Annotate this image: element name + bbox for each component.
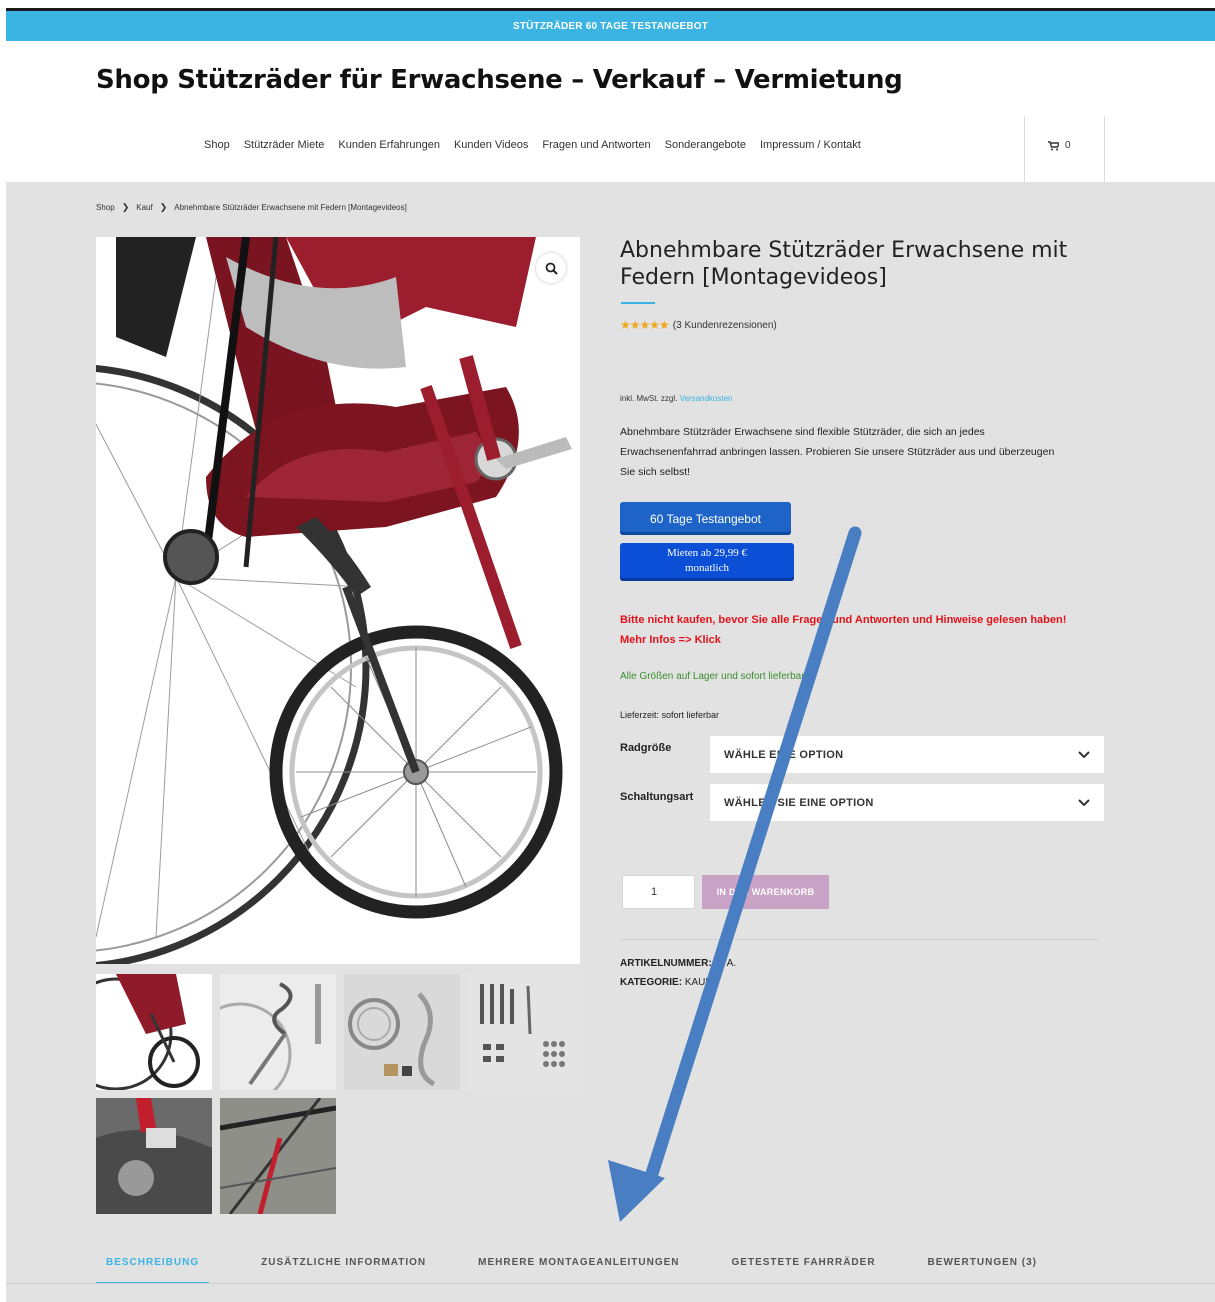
- thumbnail-image: [468, 974, 584, 1090]
- breadcrumb-current: Abnehmbare Stützräder Erwachsene mit Fed…: [174, 203, 407, 212]
- purchase-warning[interactable]: Bitte nicht kaufen, bevor Sie alle Frage…: [620, 610, 1090, 650]
- thumbnail-image: [220, 1098, 336, 1214]
- stock-status: Alle Größen auf Lager und sofort lieferb…: [620, 671, 807, 682]
- nav-item-kunden-erfahrungen[interactable]: Kunden Erfahrungen: [338, 139, 440, 151]
- product-section: Shop ❯ Kauf ❯ Abnehmbare Stützräder Erwa…: [6, 182, 1215, 1302]
- cart-button[interactable]: 0: [1048, 140, 1071, 151]
- product-thumbnail[interactable]: [468, 974, 584, 1090]
- thumbnail-image: [220, 974, 336, 1090]
- zoom-button[interactable]: [536, 253, 566, 283]
- tabs-divider: [6, 1283, 1215, 1284]
- breadcrumb-shop[interactable]: Shop: [96, 203, 115, 212]
- chevron-down-icon: [1078, 798, 1090, 806]
- shipping-link[interactable]: Versandkosten: [680, 394, 733, 403]
- search-icon: [545, 262, 558, 275]
- product-category: KATEGORIE: KAUF: [620, 977, 712, 988]
- tax-info: inkl. MwSt. zzgl. Versandkosten: [620, 394, 733, 403]
- nav-item-miete[interactable]: Stützräder Miete: [244, 139, 325, 151]
- quantity-input[interactable]: 1: [622, 875, 695, 909]
- product-thumbnail[interactable]: [96, 1098, 212, 1214]
- site-header: Shop Stützräder für Erwachsene – Verkauf…: [6, 41, 1215, 182]
- variation-select-value: WÄHLE EINE OPTION: [724, 748, 844, 761]
- title-underline: [621, 302, 655, 304]
- divider: [620, 939, 1098, 940]
- product-thumbnail[interactable]: [344, 974, 460, 1090]
- nav-item-impressum[interactable]: Impressum / Kontakt: [760, 139, 861, 151]
- site-title[interactable]: Shop Stützräder für Erwachsene – Verkauf…: [96, 65, 903, 95]
- breadcrumb: Shop ❯ Kauf ❯ Abnehmbare Stützräder Erwa…: [96, 202, 407, 213]
- variation-select-value: WÄHLEN SIE EINE OPTION: [724, 796, 874, 809]
- nav-item-shop[interactable]: Shop: [204, 139, 230, 151]
- nav-item-sonderangebote[interactable]: Sonderangebote: [665, 139, 746, 151]
- cart-icon: [1048, 140, 1059, 150]
- rent-button[interactable]: Mieten ab 29,99 € monatlich: [620, 543, 794, 581]
- category-label: KATEGORIE:: [620, 977, 683, 988]
- main-nav: Shop Stützräder Miete Kunden Erfahrungen…: [204, 139, 861, 151]
- star-rating-icon: ★★★★★: [620, 318, 670, 332]
- product-title: Abnehmbare Stützräder Erwachsene mit Fed…: [620, 238, 1068, 290]
- rent-button-line2: monatlich: [685, 562, 729, 574]
- nav-item-faq[interactable]: Fragen und Antworten: [542, 139, 650, 151]
- variation-label-schaltungsart: Schaltungsart: [620, 791, 694, 803]
- tax-text: inkl. MwSt. zzgl.: [620, 394, 678, 403]
- thumbnail-image: [344, 974, 460, 1090]
- sku-label: ARTIKELNUMMER:: [620, 958, 712, 969]
- nav-divider: [1024, 116, 1025, 182]
- thumbnail-image: [96, 1098, 212, 1214]
- variation-select-schaltungsart[interactable]: WÄHLEN SIE EINE OPTION: [710, 784, 1104, 821]
- delivery-time: Lieferzeit: sofort lieferbar: [620, 710, 720, 720]
- chevron-right-icon: ❯: [159, 202, 168, 212]
- product-thumbnail[interactable]: [220, 1098, 336, 1214]
- rent-button-line1: Mieten ab 29,99 €: [666, 547, 748, 559]
- nav-divider: [1104, 116, 1105, 182]
- product-main-image[interactable]: [96, 237, 580, 964]
- tab-bewertungen[interactable]: BEWERTUNGEN (3): [928, 1257, 1037, 1284]
- chevron-right-icon: ❯: [121, 202, 130, 212]
- product-thumbnail[interactable]: [220, 974, 336, 1090]
- test-offer-button[interactable]: 60 Tage Testangebot: [620, 502, 791, 535]
- product-sku: ARTIKELNUMMER: N. A.: [620, 958, 736, 969]
- category-link[interactable]: KAUF: [685, 977, 712, 988]
- tab-montageanleitungen[interactable]: MEHRERE MONTAGEANLEITUNGEN: [478, 1257, 679, 1284]
- bike-photo: [96, 237, 580, 964]
- variation-select-radgroesse[interactable]: WÄHLE EINE OPTION: [710, 736, 1104, 773]
- page: STÜTZRÄDER 60 TAGE TESTANGEBOT Shop Stüt…: [0, 0, 1215, 1302]
- thumbnail-image: [96, 974, 212, 1090]
- tab-getestete-fahrraeder[interactable]: GETESTETE FAHRRÄDER: [732, 1257, 876, 1284]
- nav-item-kunden-videos[interactable]: Kunden Videos: [454, 139, 528, 151]
- cart-count: 0: [1065, 140, 1071, 151]
- product-rating[interactable]: ★★★★★ (3 Kundenrezensionen): [620, 318, 777, 332]
- sku-value: N. A.: [714, 958, 737, 969]
- breadcrumb-kauf[interactable]: Kauf: [136, 203, 152, 212]
- announcement-bar[interactable]: STÜTZRÄDER 60 TAGE TESTANGEBOT: [6, 8, 1215, 41]
- tab-zusaetzliche-information[interactable]: ZUSÄTZLICHE INFORMATION: [261, 1257, 426, 1284]
- reviews-link[interactable]: (3 Kundenrezensionen): [673, 320, 777, 331]
- tab-beschreibung[interactable]: BESCHREIBUNG: [96, 1257, 210, 1284]
- chevron-down-icon: [1078, 750, 1090, 758]
- product-short-description: Abnehmbare Stützräder Erwachsene sind fl…: [620, 426, 1055, 478]
- variation-label-radgroesse: Radgröße: [620, 742, 672, 754]
- add-to-cart-button[interactable]: IN DEN WARENKORB: [702, 875, 829, 909]
- announcement-text: STÜTZRÄDER 60 TAGE TESTANGEBOT: [512, 20, 709, 32]
- product-tabs: BESCHREIBUNG ZUSÄTZLICHE INFORMATION MEH…: [96, 1257, 1215, 1284]
- product-thumbnail[interactable]: [96, 974, 212, 1090]
